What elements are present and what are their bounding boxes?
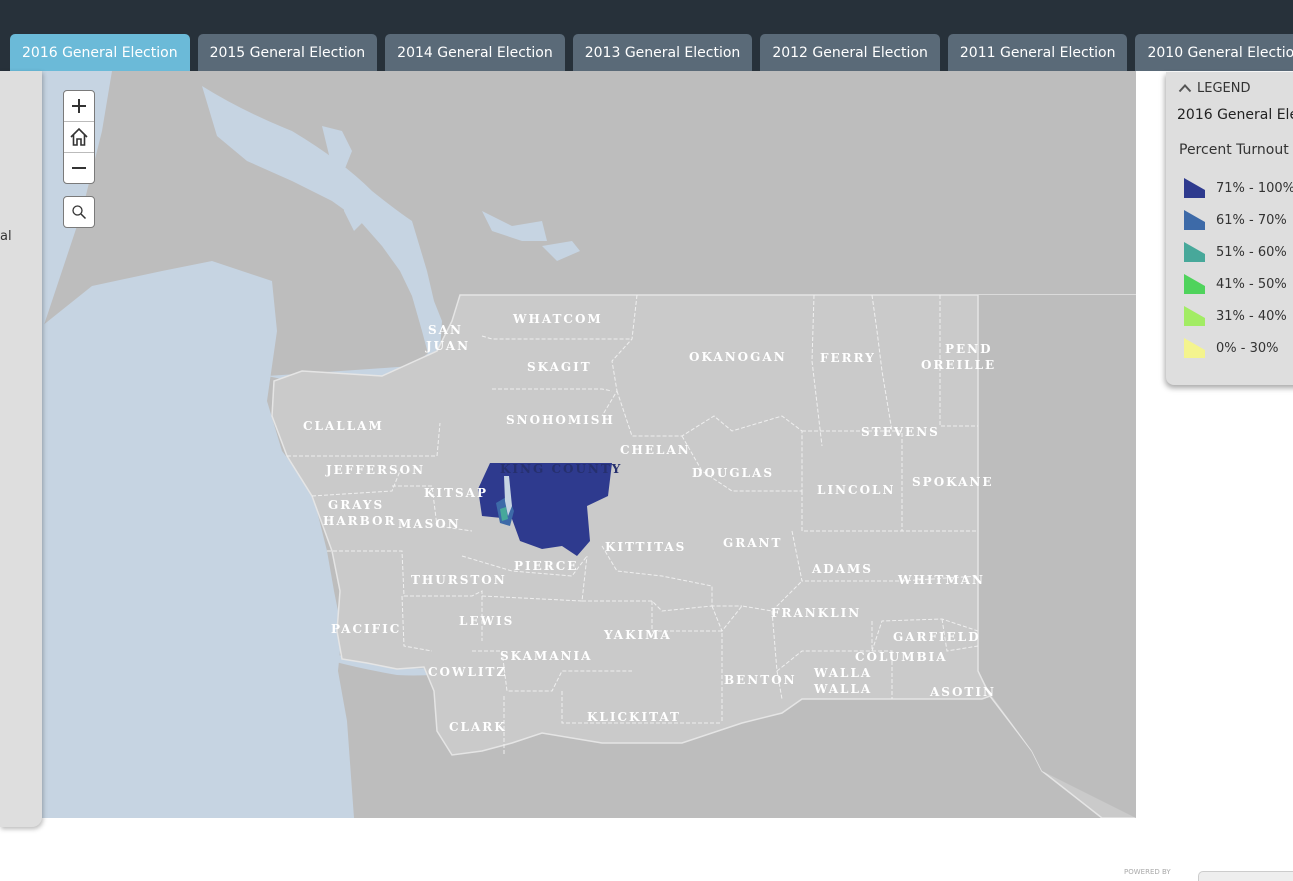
search-button[interactable] bbox=[63, 196, 95, 228]
home-icon bbox=[70, 127, 88, 146]
search-icon bbox=[72, 205, 87, 220]
legend-item: 31% - 40% bbox=[1184, 300, 1293, 332]
county-label: CLALLAM bbox=[303, 419, 384, 433]
county-label: PACIFIC bbox=[331, 622, 401, 636]
map-view[interactable]: WHATCOM SAN JUAN SKAGIT OKANOGAN FERRY P… bbox=[42, 71, 1136, 818]
zoom-in-button[interactable] bbox=[64, 91, 94, 121]
county-label: SNOHOMISH bbox=[506, 413, 615, 427]
county-label: CHELAN bbox=[620, 443, 691, 457]
legend-title: 2016 General Elec bbox=[1177, 107, 1293, 123]
legend-swatch bbox=[1184, 242, 1205, 262]
legend-swatch bbox=[1184, 210, 1205, 230]
county-label: ASOTIN bbox=[929, 685, 996, 699]
county-label: SPOKANE bbox=[912, 475, 994, 489]
county-label: OREILLE bbox=[921, 358, 996, 372]
county-label: GARFIELD bbox=[893, 630, 981, 644]
legend-panel: LEGEND 2016 General Elec Percent Turnout… bbox=[1166, 72, 1293, 385]
county-label: LINCOLN bbox=[817, 483, 895, 497]
legend-item-label: 61% - 70% bbox=[1216, 212, 1287, 228]
side-panel-text: al bbox=[0, 229, 12, 244]
ocean bbox=[42, 261, 354, 818]
legend-swatch-shape bbox=[1184, 210, 1205, 230]
county-label: WHITMAN bbox=[897, 573, 985, 587]
legend-item-label: 0% - 30% bbox=[1216, 340, 1279, 356]
county-label: FRANKLIN bbox=[771, 606, 861, 620]
legend-swatch bbox=[1184, 274, 1205, 294]
idaho bbox=[978, 295, 1136, 818]
legend-item-label: 51% - 60% bbox=[1216, 244, 1287, 260]
legend-item-label: 41% - 50% bbox=[1216, 276, 1287, 292]
county-label: JUAN bbox=[425, 339, 470, 353]
legend-subtitle: Percent Turnout bbox=[1179, 142, 1289, 158]
tab-2013-general-election[interactable]: 2013 General Election bbox=[572, 34, 753, 71]
county-label: PIERCE bbox=[514, 559, 578, 573]
legend-item-label: 31% - 40% bbox=[1216, 308, 1287, 324]
county-label: ADAMS bbox=[811, 562, 873, 576]
county-label: COWLITZ bbox=[428, 665, 507, 679]
county-label: KLICKITAT bbox=[587, 710, 681, 724]
legend-swatch-shape bbox=[1184, 242, 1205, 262]
county-label: KING COUNTY bbox=[500, 462, 622, 476]
zoom-controls bbox=[63, 90, 95, 184]
tab-2015-general-election[interactable]: 2015 General Election bbox=[197, 34, 378, 71]
legend-swatch-shape bbox=[1184, 274, 1205, 294]
county-label: KITSAP bbox=[424, 486, 488, 500]
tab-2016-general-election[interactable]: 2016 General Election bbox=[10, 34, 190, 71]
legend-item-label: 71% - 100% bbox=[1216, 180, 1293, 196]
legend-swatch bbox=[1184, 178, 1205, 198]
legend-item: 51% - 60% bbox=[1184, 236, 1293, 268]
inlet bbox=[542, 241, 580, 261]
county-label: PEND bbox=[945, 342, 993, 356]
legend-swatch bbox=[1184, 306, 1205, 326]
county-label: SAN bbox=[428, 323, 463, 337]
election-tabs: 2016 General Election 2015 General Elect… bbox=[10, 34, 1293, 71]
county-label: MASON bbox=[398, 517, 461, 531]
legend-item: 0% - 30% bbox=[1184, 332, 1293, 364]
legend-toggle[interactable]: LEGEND bbox=[1178, 80, 1250, 96]
county-label: BENTON bbox=[724, 673, 797, 687]
map-canvas[interactable]: WHATCOM SAN JUAN SKAGIT OKANOGAN FERRY P… bbox=[42, 71, 1136, 818]
county-label: WALLA bbox=[813, 666, 872, 680]
county-label: WHATCOM bbox=[512, 312, 603, 326]
county-label: YAKIMA bbox=[603, 628, 672, 642]
county-label: FERRY bbox=[820, 351, 876, 365]
home-button[interactable] bbox=[64, 121, 94, 152]
legend-swatch-shape bbox=[1184, 178, 1205, 198]
county-label: SKAMANIA bbox=[500, 649, 592, 663]
county-label: WALLA bbox=[813, 682, 872, 696]
county-label: KITTITAS bbox=[605, 540, 686, 554]
county-label: COLUMBIA bbox=[855, 650, 948, 664]
county-label: SKAGIT bbox=[527, 360, 592, 374]
legend-item: 41% - 50% bbox=[1184, 268, 1293, 300]
county-label: GRAYS bbox=[328, 498, 384, 512]
legend-item: 61% - 70% bbox=[1184, 204, 1293, 236]
legend-swatch bbox=[1184, 338, 1205, 358]
tab-2014-general-election[interactable]: 2014 General Election bbox=[385, 34, 565, 71]
tab-2011-general-election[interactable]: 2011 General Election bbox=[947, 34, 1128, 71]
county-label: LEWIS bbox=[459, 614, 514, 628]
county-label: DOUGLAS bbox=[692, 466, 774, 480]
county-label: CLARK bbox=[449, 720, 507, 734]
minus-icon bbox=[72, 167, 86, 169]
powered-by-label: POWERED BY bbox=[1124, 868, 1171, 876]
chevron-up-icon bbox=[1178, 84, 1192, 93]
inlet bbox=[482, 211, 547, 241]
county-label: JEFFERSON bbox=[325, 463, 425, 477]
county-label: HARBOR bbox=[323, 514, 396, 528]
plus-icon bbox=[72, 99, 86, 113]
zoom-out-button[interactable] bbox=[64, 152, 94, 183]
legend-swatch-shape bbox=[1184, 338, 1205, 358]
legend-swatch-shape bbox=[1184, 306, 1205, 326]
legend-header: LEGEND bbox=[1197, 80, 1251, 96]
top-bar: 2016 General Election 2015 General Elect… bbox=[0, 0, 1293, 71]
county-label: OKANOGAN bbox=[689, 350, 787, 364]
tab-2012-general-election[interactable]: 2012 General Election bbox=[760, 34, 940, 71]
county-label: STEVENS bbox=[861, 425, 940, 439]
county-label: THURSTON bbox=[411, 573, 507, 587]
county-label: GRANT bbox=[723, 536, 782, 550]
tab-2010-general-election[interactable]: 2010 General Election bbox=[1135, 34, 1293, 71]
legend-item: 71% - 100% bbox=[1184, 172, 1293, 204]
side-panel[interactable]: al bbox=[0, 71, 42, 827]
